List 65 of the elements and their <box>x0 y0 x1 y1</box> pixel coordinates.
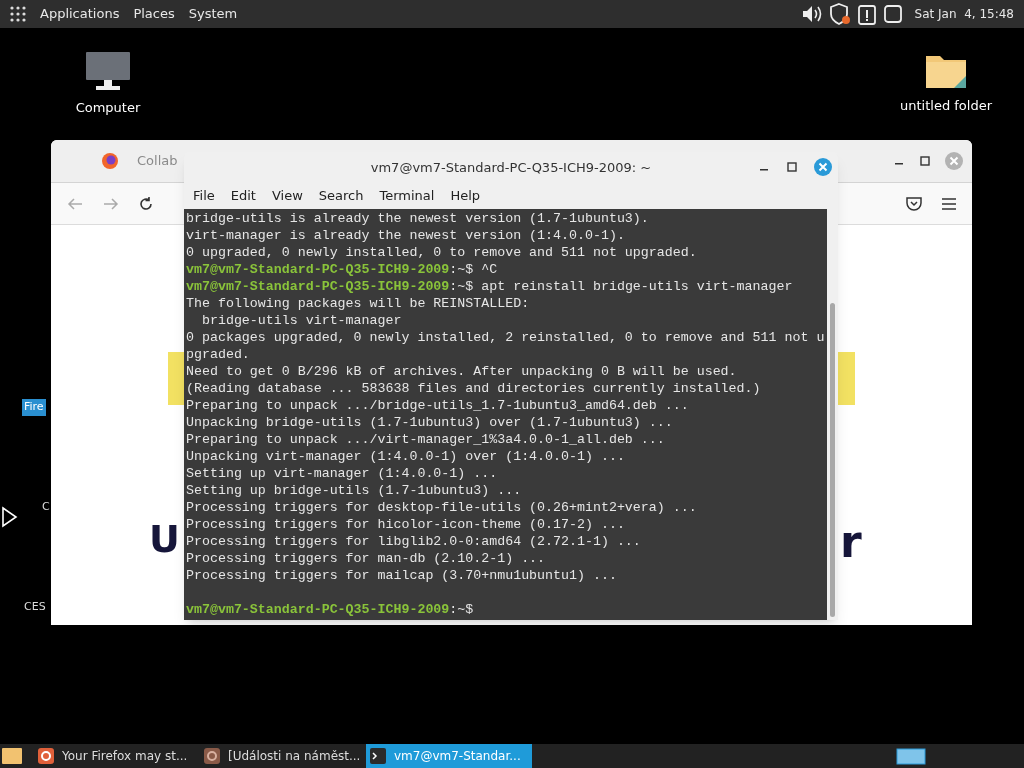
terminal-line: Processing triggers for man-db (2.10.2-1) ... <box>186 550 547 567</box>
terminal-line: pgraded. <box>186 346 251 363</box>
browser-logo-icon <box>101 152 119 170</box>
panel-menu[interactable]: System <box>188 4 238 24</box>
terminal-line: Preparing to unpack .../virt-manager_1%3a4.0.0-1_all.deb ... <box>186 431 666 448</box>
prompt-user: vm7@vm7-Standard-PC-Q35-ICH9-2009 <box>186 278 450 295</box>
terminal-line: Need to get 0 B/296 kB of archives. After unpacking 0 B will be used. <box>186 363 738 380</box>
terminal-line: bridge-utils is already the newest version (1.7-1ubuntu3). <box>186 210 650 227</box>
menu-item[interactable]: Help <box>450 186 481 206</box>
icon-label[interactable]: CES <box>22 599 48 616</box>
prompt-user: vm7@vm7-Standard-PC-Q35-ICH9-2009 <box>186 261 450 278</box>
terminal-line: Processing triggers for hicolor-icon-theme (0.17-2) ... <box>186 516 626 533</box>
window-title: vm7@vm7-Standard-PC-Q35-ICH9-2009: ~ <box>370 158 652 177</box>
icon-label[interactable]: Fire <box>22 399 46 416</box>
clock[interactable]: Sat Jan 4, 15:48 <box>914 5 1014 23</box>
shield-icon[interactable] <box>828 3 851 25</box>
page-heading: U <box>149 520 180 558</box>
terminal-line: Unpacking virt-manager (1:4.0.0-1) over (1:4.0.0-1) ... <box>186 448 626 465</box>
terminal-line: Processing triggers for mailcap (3.70+nmu1ubuntu1) ... <box>186 567 618 584</box>
icon-label[interactable]: Computer <box>75 98 141 118</box>
maximize-icon[interactable] <box>918 154 932 168</box>
terminal-line: virt-manager is already the newest version (1:4.0.0-1). <box>186 227 626 244</box>
terminal-line: 0 upgraded, 0 newly installed, 0 to remove and 511 not upgraded. <box>186 244 698 261</box>
page-heading: r <box>840 520 862 564</box>
scrollbar-thumb[interactable] <box>830 303 835 617</box>
menu-item[interactable]: Search <box>318 186 364 206</box>
terminal-line: Processing triggers for desktop-file-utils (0.26+mint2+vera) ... <box>186 499 698 516</box>
app-icon <box>204 748 220 764</box>
icon-label[interactable]: untitled folder <box>900 96 992 116</box>
icon-label[interactable]: C <box>40 499 52 516</box>
menu-item[interactable]: Terminal <box>379 186 435 206</box>
pocket-icon[interactable] <box>905 195 923 212</box>
menu-item[interactable]: Edit <box>230 186 256 206</box>
terminal-line: The following packages will be REINSTALLED: <box>186 295 531 312</box>
terminal-command: :~$ apt reinstall bridge-utils virt-manager <box>449 278 793 295</box>
taskbar-button[interactable]: [Události na náměst... <box>200 744 366 768</box>
volume-icon[interactable] <box>800 4 823 24</box>
monitor-icon <box>84 50 132 92</box>
terminal-command: :~$ ^C <box>449 261 498 278</box>
window-icon[interactable] <box>882 4 903 24</box>
terminal-command: :~$ <box>449 601 474 618</box>
terminal-line: Unpacking bridge-utils (1.7-1ubuntu3) over (1.7-1ubuntu3) ... <box>186 414 674 431</box>
terminal-line: 0 packages upgraded, 0 newly installed, 2 reinstalled, 0 to remove and 511 not u <box>186 329 826 346</box>
terminal-icon <box>370 748 386 764</box>
panel-menu[interactable]: Places <box>133 4 175 24</box>
terminal-line: Processing triggers for libglib2.0-0:amd64 (2.72.1-1) ... <box>186 533 642 550</box>
prompt-user: vm7@vm7-Standard-PC-Q35-ICH9-2009 <box>186 601 450 618</box>
app-icon <box>38 748 54 764</box>
workspace-icon[interactable] <box>896 748 926 765</box>
menu-item[interactable]: File <box>193 186 215 206</box>
maximize-icon[interactable] <box>785 160 799 174</box>
close-icon[interactable] <box>813 157 833 177</box>
menu-icon[interactable] <box>941 196 957 211</box>
mouse-pointer-icon <box>1 506 19 528</box>
taskbar-button[interactable]: Your Firefox may st... <box>34 744 200 768</box>
terminal-line: Setting up virt-manager (1:4.0.0-1) ... <box>186 465 499 482</box>
terminal-line: (Reading database ... 583638 files and directories currently installed.) <box>186 380 762 397</box>
menu-item[interactable]: View <box>271 186 303 206</box>
terminal-line: Setting up bridge-utils (1.7-1ubuntu3) ... <box>186 482 523 499</box>
reload-icon[interactable] <box>138 195 154 212</box>
panel-menu[interactable]: Applications <box>40 4 120 24</box>
apps-grid-icon[interactable] <box>10 6 26 22</box>
clipboard-alert-icon[interactable] <box>856 3 877 25</box>
terminal-line: Preparing to unpack .../bridge-utils_1.7-1ubuntu3_amd64.deb ... <box>186 397 690 414</box>
terminal-line: bridge-utils virt-manager <box>200 312 403 329</box>
